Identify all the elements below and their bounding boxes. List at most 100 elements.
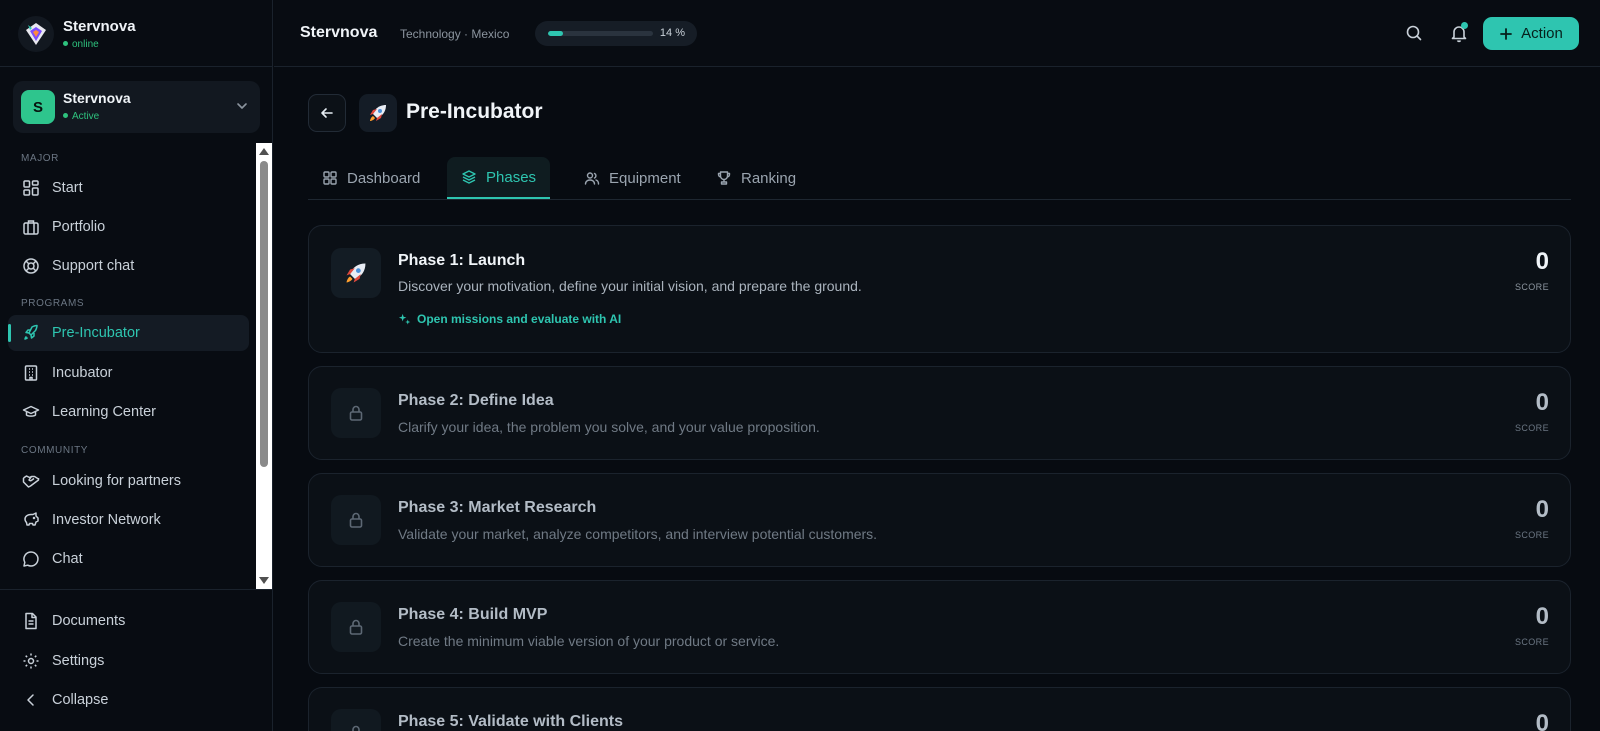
tab-label: Dashboard (347, 169, 421, 187)
handshake-icon (22, 472, 40, 490)
sidebar-item-label: Incubator (52, 365, 113, 381)
piggy-bank-icon (22, 511, 40, 529)
tab-label: Equipment (609, 169, 681, 187)
graduation-cap-icon (22, 403, 40, 421)
building-icon (22, 364, 40, 382)
org-switcher[interactable]: S Stervnova Active (13, 81, 260, 133)
message-circle-icon (22, 550, 40, 568)
sidebar-item-label: Looking for partners (52, 473, 181, 489)
phase-card-1[interactable]: Phase 1: Launch Discover your motivation… (308, 225, 1571, 353)
sidebar-item-label: Settings (52, 653, 105, 669)
sidebar-item-label: Support chat (52, 258, 135, 274)
sidebar-scrollbar[interactable] (256, 143, 272, 589)
tab-dashboard[interactable]: Dashboard (308, 157, 434, 199)
trophy-icon (716, 170, 732, 186)
sidebar-item-investor-network[interactable]: Investor Network (8, 502, 249, 538)
page-title: Pre-Incubator (406, 100, 543, 123)
lock-icon (331, 388, 381, 438)
arrow-left-icon (319, 105, 335, 121)
chevron-down-icon (234, 98, 250, 114)
brand-header: Stervnova online (0, 0, 273, 67)
back-button[interactable] (308, 94, 346, 132)
phase-score: 0 (1535, 248, 1549, 275)
progress-track (548, 31, 653, 36)
phase-card-5[interactable]: Phase 5: Validate with Clients 0 (308, 687, 1571, 731)
sidebar-item-incubator[interactable]: Incubator (8, 355, 249, 391)
document-icon (22, 612, 40, 630)
nav-section-programs: PROGRAMS (21, 298, 85, 309)
sidebar-item-documents[interactable]: Documents (8, 603, 249, 639)
progress-label: 14 % (659, 27, 685, 39)
brand-logo-icon[interactable] (18, 16, 54, 52)
phase-description: Clarify your idea, the problem you solve… (398, 419, 820, 435)
sidebar-item-chat[interactable]: Chat (8, 541, 249, 577)
tab-phases[interactable]: Phases (447, 157, 551, 199)
brand-status: online (63, 39, 99, 50)
action-button[interactable]: Action (1483, 17, 1579, 50)
sidebar-item-label: Pre-Incubator (52, 325, 140, 341)
tab-ranking[interactable]: Ranking (702, 157, 810, 199)
phase-card-3[interactable]: Phase 3: Market Research Validate your m… (308, 473, 1571, 567)
rocket-icon (22, 324, 40, 342)
phase-description: Discover your motivation, define your in… (398, 278, 862, 294)
phase-score: 0 (1535, 496, 1549, 523)
sidebar-item-label: Learning Center (52, 404, 156, 420)
scroll-down-arrow-icon[interactable] (259, 577, 269, 584)
tab-bar: Dashboard Phases Equipment Ranking (308, 157, 1571, 200)
org-status: Active (63, 111, 99, 122)
tab-equipment[interactable]: Equipment (570, 157, 695, 199)
sidebar-item-learning-center[interactable]: Learning Center (8, 394, 249, 430)
phase-title: Phase 5: Validate with Clients (398, 713, 623, 730)
brand-name: Stervnova (63, 18, 136, 35)
sidebar-nav: MAJOR Start Portfolio Support chat PROGR… (0, 143, 256, 589)
chevron-left-icon (22, 691, 40, 709)
phase-score-label: SCORE (1514, 530, 1549, 540)
tab-label: Phases (486, 168, 537, 186)
progress-fill (548, 31, 563, 36)
gear-icon (22, 652, 40, 670)
search-icon[interactable] (1404, 23, 1424, 43)
rocket-emoji-icon (359, 94, 397, 132)
action-button-label: Action (1521, 25, 1563, 42)
sidebar-item-support-chat[interactable]: Support chat (8, 248, 249, 284)
nav-section-community: COMMUNITY (21, 445, 89, 456)
phase-title: Phase 2: Define Idea (398, 392, 554, 409)
sidebar-item-label: Portfolio (52, 219, 106, 235)
users-icon (584, 170, 600, 186)
company-name: Stervnova (300, 24, 378, 41)
plus-icon (1499, 27, 1513, 41)
phase-score: 0 (1535, 389, 1549, 416)
sparkles-icon (398, 313, 411, 326)
sidebar-item-settings[interactable]: Settings (8, 643, 249, 679)
scroll-thumb[interactable] (260, 161, 268, 467)
phase-title: Phase 4: Build MVP (398, 606, 548, 623)
phase-score-label: SCORE (1514, 282, 1549, 292)
grid-icon (22, 179, 40, 197)
phase-score-label: SCORE (1514, 637, 1549, 647)
org-name: Stervnova (63, 90, 131, 106)
lock-icon (331, 602, 381, 652)
phase-card-4[interactable]: Phase 4: Build MVP Create the minimum vi… (308, 580, 1571, 674)
open-missions-link[interactable]: Open missions and evaluate with AI (398, 312, 621, 326)
lock-icon (331, 495, 381, 545)
progress-indicator: 14 % (535, 21, 697, 46)
sidebar-item-pre-incubator[interactable]: Pre-Incubator (8, 315, 249, 351)
sidebar-item-start[interactable]: Start (8, 170, 249, 206)
top-bar: Stervnova Technology · Mexico 14 % Actio… (274, 0, 1600, 67)
nav-section-major: MAJOR (21, 153, 59, 164)
rocket-emoji-icon (331, 248, 381, 298)
sidebar-bottom-nav: Documents Settings Collapse (0, 589, 273, 731)
lock-icon (331, 709, 381, 731)
sidebar-item-looking-for-partners[interactable]: Looking for partners (8, 463, 249, 499)
sidebar-item-label: Documents (52, 613, 126, 629)
phase-card-2[interactable]: Phase 2: Define Idea Clarify your idea, … (308, 366, 1571, 460)
company-meta: Technology · Mexico (400, 27, 510, 41)
briefcase-icon (22, 218, 40, 236)
scroll-up-arrow-icon[interactable] (259, 148, 269, 155)
sidebar-item-label: Start (52, 180, 83, 196)
sidebar-item-portfolio[interactable]: Portfolio (8, 209, 249, 245)
org-avatar: S (21, 90, 55, 124)
sidebar-item-collapse[interactable]: Collapse (8, 682, 249, 718)
layers-icon (461, 169, 477, 185)
phase-score: 0 (1535, 603, 1549, 630)
